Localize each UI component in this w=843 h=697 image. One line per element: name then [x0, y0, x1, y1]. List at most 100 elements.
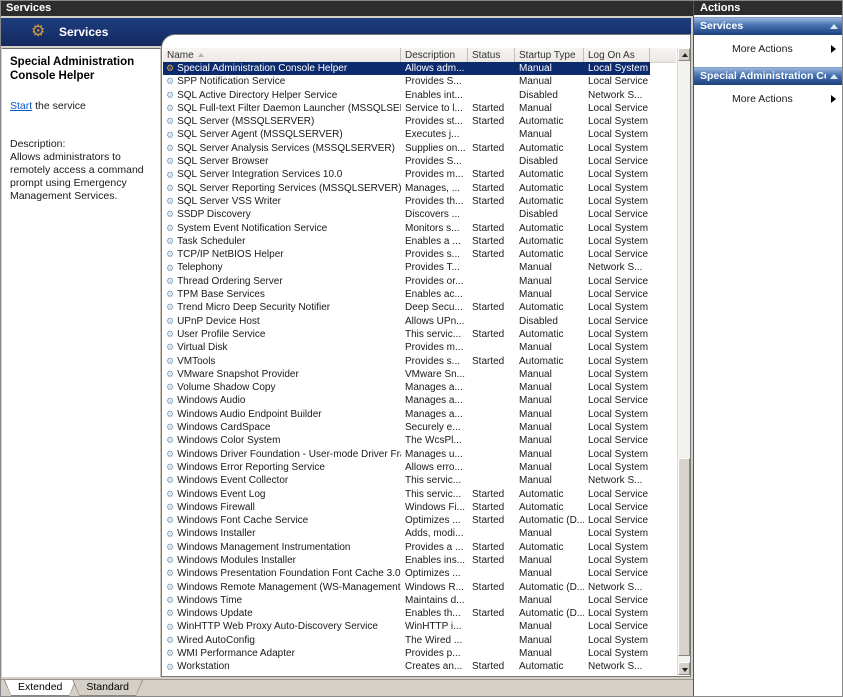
table-row[interactable]: ⚙ Windows Audio Manages a... Manual Local Se… — [163, 394, 676, 407]
table-row[interactable]: ⚙ SQL Server Integration Services 10.0 Pro… — [163, 168, 676, 181]
table-row[interactable]: ⚙ SQL Server (MSSQLSERVER) Provides st... S… — [163, 115, 676, 128]
service-logon-cell: Local System — [588, 528, 649, 540]
table-row[interactable]: ⚙ TPM Base Services Enables ac... Manual Loc… — [163, 288, 676, 301]
table-row[interactable]: ⚙ SQL Full-text Filter Daemon Launcher (M… — [163, 102, 676, 115]
service-description-cell: Provides m... — [405, 169, 464, 181]
table-row[interactable]: ⚙ WMI Performance Adapter Provides p... Man… — [163, 647, 676, 660]
table-row[interactable]: ⚙ Thread Ordering Server Provides or... Man… — [163, 275, 676, 288]
extended-task-pane: Special Administration Console Helper St… — [2, 48, 161, 677]
tab-standard[interactable]: Standard — [72, 680, 143, 696]
service-startup-type-cell: Automatic — [519, 488, 564, 500]
scrollbar-thumb[interactable] — [678, 458, 690, 656]
table-row[interactable]: ⚙ SSDP Discovery Discovers ... Disabled Loca… — [163, 208, 676, 221]
service-name: Windows Event Log — [177, 488, 266, 500]
table-row[interactable]: ⚙ SQL Server Browser Provides S... Disabled… — [163, 155, 676, 168]
service-name: UPnP Device Host — [177, 315, 260, 327]
service-name-cell: ⚙ TCP/IP NetBIOS Helper — [163, 248, 401, 261]
service-status-cell — [468, 315, 515, 328]
service-logon-cell: Local Service — [588, 395, 649, 407]
table-row[interactable]: ⚙ Special Administration Console Helper Al… — [163, 62, 676, 76]
service-logon-cell: Local Service — [588, 515, 649, 527]
table-row[interactable]: ⚙ Trend Micro Deep Security Notifier Deep … — [163, 301, 676, 314]
service-logon-cell: Local Service — [588, 289, 649, 301]
more-actions-item[interactable]: More Actions — [694, 35, 842, 63]
table-row[interactable]: ⚙ SQL Server Analysis Services (MSSQLSERV… — [163, 142, 676, 155]
table-row[interactable]: ⚙ SPP Notification Service Provides S... Ma… — [163, 75, 676, 88]
table-row[interactable]: ⚙ Windows Update Enables th... Started Autom… — [163, 607, 676, 620]
service-name: Telephony — [177, 262, 223, 274]
table-row[interactable]: ⚙ SQL Server VSS Writer Provides th... Star… — [163, 195, 676, 208]
start-service-link[interactable]: Start — [10, 100, 32, 112]
start-service-suffix: the service — [32, 99, 86, 112]
column-header-log-on-as[interactable]: Log On As — [584, 48, 650, 62]
column-header-description[interactable]: Description — [401, 48, 468, 62]
table-row[interactable]: ⚙ Windows Modules Installer Enables ins...… — [163, 554, 676, 567]
table-row[interactable]: ⚙ SQL Server Agent (MSSQLSERVER) Executes … — [163, 128, 676, 141]
table-row[interactable]: ⚙ User Profile Service This servic... Start… — [163, 328, 676, 341]
service-status-cell: Started — [472, 328, 505, 340]
scroll-up-button[interactable] — [678, 48, 690, 61]
tab-extended[interactable]: Extended — [4, 680, 76, 696]
table-row[interactable]: ⚙ Volume Shadow Copy Manages a... Manual Loc… — [163, 381, 676, 394]
service-startup-type-cell: Disabled — [519, 89, 558, 101]
service-gear-icon: ⚙ — [166, 196, 175, 207]
service-description-cell: Provides m... — [405, 342, 464, 354]
table-row[interactable]: ⚙ Windows Error Reporting Service Allows e… — [163, 461, 676, 474]
service-startup-type-cell: Manual — [519, 634, 552, 646]
view-tab-strip: Extended Standard — [1, 679, 693, 696]
actions-section-bar[interactable]: Special Administration Cons... — [694, 67, 842, 85]
column-header-status[interactable]: Status — [468, 48, 515, 62]
table-row[interactable]: ⚙ Windows Font Cache Service Optimizes ...… — [163, 514, 676, 527]
column-header-startup-type[interactable]: Startup Type — [515, 48, 584, 62]
table-row[interactable]: ⚙ SQL Server Reporting Services (MSSQLSER… — [163, 182, 676, 195]
vertical-scrollbar[interactable] — [677, 48, 690, 675]
table-row[interactable]: ⚙ WinHTTP Web Proxy Auto-Discovery Servic… — [163, 620, 676, 633]
column-header-name[interactable]: Name — [163, 48, 401, 62]
table-row[interactable]: ⚙ System Event Notification Service Monito… — [163, 222, 676, 235]
service-startup-type-cell: Automatic (D... — [519, 608, 584, 620]
table-row[interactable]: ⚙ UPnP Device Host Allows UPn... Disabled Lo… — [163, 315, 676, 328]
table-row[interactable]: ⚙ Windows Event Log This servic... Started A… — [163, 488, 676, 501]
service-startup-type-cell: Manual — [519, 435, 552, 447]
table-row[interactable]: ⚙ Workstation Creates an... Started Automati… — [163, 660, 676, 673]
table-row[interactable]: ⚙ Telephony Provides T... Manual Network S..… — [163, 261, 676, 274]
service-name: Windows Installer — [177, 528, 256, 540]
service-gear-icon: ⚙ — [166, 89, 175, 100]
service-status-cell: Started — [472, 501, 505, 513]
table-row[interactable]: ⚙ Wired AutoConfig The Wired ... Manual Loca… — [163, 634, 676, 647]
service-status-cell: Started — [472, 541, 505, 553]
table-row[interactable]: ⚙ Virtual Disk Provides m... Manual Local Sy… — [163, 341, 676, 354]
table-row[interactable]: ⚙ VMTools Provides s... Started Automatic Loc… — [163, 355, 676, 368]
table-row[interactable]: ⚙ SQL Active Directory Helper Service Enab… — [163, 89, 676, 102]
table-row[interactable]: ⚙ Windows Presentation Foundation Font Ca… — [163, 567, 676, 580]
service-logon-cell: Local System — [588, 355, 649, 367]
table-row[interactable]: ⚙ Windows Firewall Windows Fi... Started Aut… — [163, 501, 676, 514]
more-actions-item[interactable]: More Actions — [694, 85, 842, 113]
table-row[interactable]: ⚙ Task Scheduler Enables a ... Started Autom… — [163, 235, 676, 248]
table-row[interactable]: ⚙ Windows Management Instrumentation Provi… — [163, 541, 676, 554]
table-row[interactable]: ⚙ Windows Color System The WcsPl... Manual L… — [163, 434, 676, 447]
table-row[interactable]: ⚙ Windows Time Maintains d... Manual Local S… — [163, 594, 676, 607]
table-row[interactable]: ⚙ Windows Audio Endpoint Builder Manages a… — [163, 408, 676, 421]
service-logon-cell: Local System — [588, 368, 649, 380]
table-row[interactable]: ⚙ Windows Remote Management (WS-Managemen… — [163, 581, 676, 594]
table-row[interactable]: ⚙ Windows Installer Adds, modi... Manual Loc… — [163, 527, 676, 540]
service-status-cell — [468, 408, 515, 421]
table-row[interactable]: ⚙ TCP/IP NetBIOS Helper Provides s... Start… — [163, 248, 676, 261]
service-gear-icon: ⚙ — [166, 275, 175, 286]
scroll-down-button[interactable] — [678, 662, 690, 675]
service-startup-type-cell: Automatic — [519, 142, 564, 154]
service-logon-cell: Local System — [588, 169, 649, 181]
table-row[interactable]: ⚙ Windows CardSpace Securely e... Manual Loc… — [163, 421, 676, 434]
service-name-cell: ⚙ VMware Snapshot Provider — [163, 368, 401, 381]
service-gear-icon: ⚙ — [166, 182, 175, 193]
service-startup-type-cell: Automatic — [519, 355, 564, 367]
service-status-cell — [468, 434, 515, 447]
actions-section-bar[interactable]: Services — [694, 17, 842, 35]
table-row[interactable]: ⚙ Windows Event Collector This servic... Ma… — [163, 474, 676, 487]
service-description-cell: Optimizes ... — [405, 568, 461, 580]
description-text: Allows administrators to remotely access… — [10, 150, 144, 202]
table-row[interactable]: ⚙ VMware Snapshot Provider VMware Sn... Man… — [163, 368, 676, 381]
actions-panel: Actions Services More Actions Special Admi… — [693, 1, 842, 696]
table-row[interactable]: ⚙ Windows Driver Foundation - User-mode D… — [163, 448, 676, 461]
